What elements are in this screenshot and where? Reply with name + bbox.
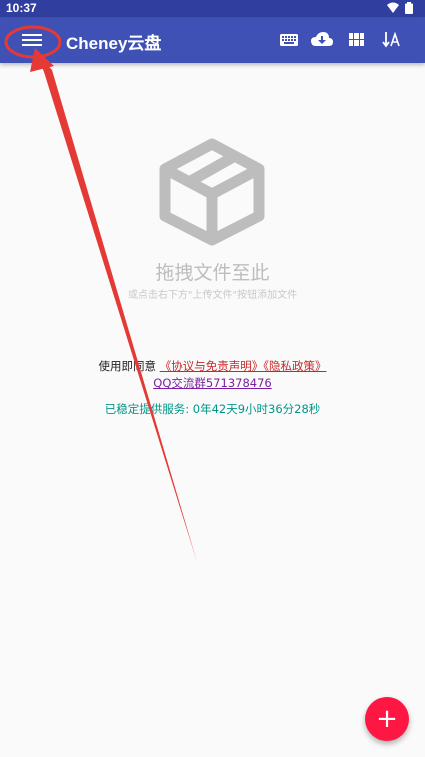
app-title: Cheney云盘 bbox=[66, 34, 162, 53]
battery-icon bbox=[405, 2, 413, 14]
qq-group-link[interactable]: QQ交流群571378476 bbox=[0, 375, 425, 391]
agreement-prefix: 使用即同意 bbox=[98, 359, 157, 373]
uptime-text: 已稳定提供服务: 0年42天9小时36分28秒 bbox=[104, 402, 321, 416]
app-bar: Cheney云盘 bbox=[0, 17, 425, 63]
status-bar: 10:37 bbox=[0, 0, 425, 17]
cloud-download-icon[interactable] bbox=[311, 30, 333, 50]
annotation-arrow bbox=[36, 52, 197, 562]
empty-state-subtitle: 或点击右下方"上传文件"按钮添加文件 bbox=[127, 290, 298, 301]
keyboard-icon[interactable] bbox=[278, 30, 300, 50]
menu-button[interactable] bbox=[22, 31, 42, 49]
empty-state-title: 拖拽文件至此 bbox=[155, 262, 270, 284]
agreement-link[interactable]: 《协议与免责声明》《隐私政策》 bbox=[160, 359, 327, 373]
status-icons bbox=[387, 2, 413, 14]
status-time: 10:37 bbox=[6, 1, 37, 15]
add-file-button[interactable]: + bbox=[365, 697, 409, 741]
box-icon bbox=[159, 138, 265, 246]
grid-view-icon[interactable] bbox=[346, 30, 368, 50]
menu-icon bbox=[22, 34, 42, 36]
sort-icon[interactable] bbox=[381, 30, 403, 50]
wifi-icon bbox=[387, 2, 399, 13]
agreement-line: 使用即同意 《协议与免责声明》《隐私政策》 bbox=[0, 358, 425, 374]
